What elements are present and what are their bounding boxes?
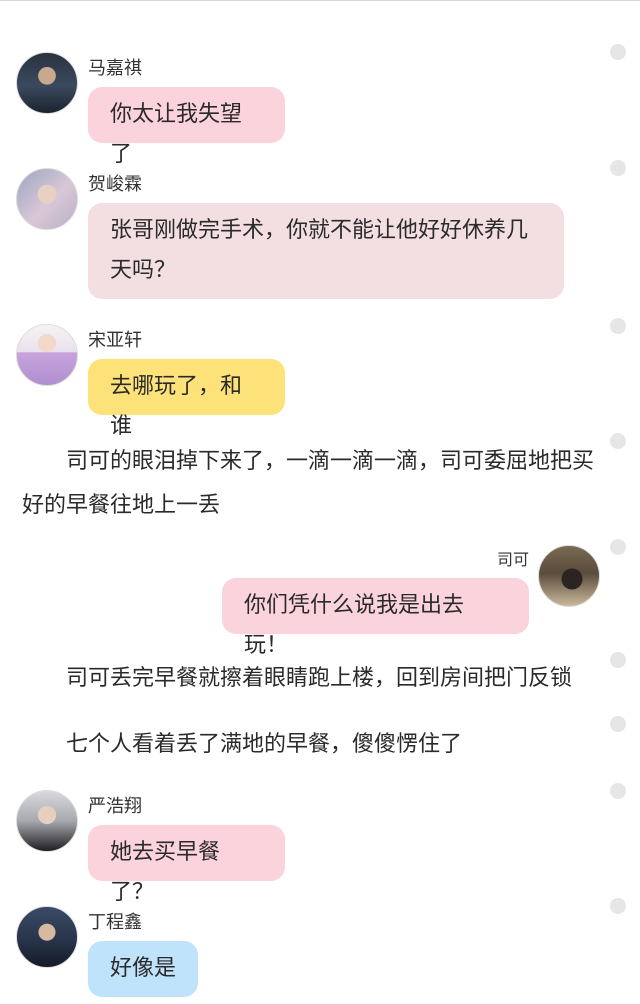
narration-line: 司可的眼泪掉下来了，一滴一滴一滴，司可委屈地把买: [66, 449, 595, 474]
message-bubble[interactable]: 她去买早餐了？: [88, 825, 285, 905]
side-dot[interactable]: [610, 44, 626, 60]
top-divider: [0, 0, 640, 1]
boy-black-jacket-avatar[interactable]: [16, 790, 78, 852]
sender-name: 司可: [497, 550, 530, 569]
girl-silhouette-avatar[interactable]: [538, 545, 600, 607]
sender-name: 宋亚轩: [88, 330, 142, 351]
boy-dark-jacket-avatar[interactable]: [16, 52, 78, 114]
boy-light-portrait-avatar[interactable]: [16, 168, 78, 230]
narration-paragraph: 七个人看着丢了满地的早餐，傻傻愣住了: [66, 732, 463, 757]
side-dot[interactable]: [610, 160, 626, 176]
message-line: 天吗？: [110, 258, 177, 283]
boy-dark-coat-avatar[interactable]: [16, 906, 78, 968]
narration-paragraph: 司可的眼泪掉下来了，一滴一滴一滴，司可委屈地把买 好的早餐往地上一丢: [22, 440, 622, 528]
narration-paragraph: 司可丢完早餐就擦着眼睛跑上楼，回到房间把门反锁: [66, 666, 573, 691]
sender-name: 贺峻霖: [88, 174, 142, 195]
narration-line: 好的早餐往地上一丢: [22, 493, 221, 518]
boy-purple-vest-avatar[interactable]: [16, 324, 78, 386]
message-bubble[interactable]: 你们凭什么说我是出去玩！: [222, 578, 529, 658]
message-bubble[interactable]: 张哥刚做完手术，你就不能让他好好休养几 天吗？: [88, 203, 564, 299]
message-bubble[interactable]: 你太让我失望了: [88, 87, 285, 167]
side-dot[interactable]: [610, 318, 626, 334]
message-bubble[interactable]: 去哪玩了，和谁: [88, 359, 285, 439]
message-bubble[interactable]: 好像是: [88, 941, 198, 997]
sender-name: 丁程鑫: [88, 912, 142, 933]
sender-name: 严浩翔: [88, 796, 142, 817]
side-dot[interactable]: [610, 783, 626, 799]
message-line: 张哥刚做完手术，你就不能让他好好休养几: [110, 218, 529, 243]
sender-name: 马嘉祺: [88, 58, 142, 79]
side-dot[interactable]: [610, 539, 626, 555]
side-dot[interactable]: [610, 898, 626, 914]
